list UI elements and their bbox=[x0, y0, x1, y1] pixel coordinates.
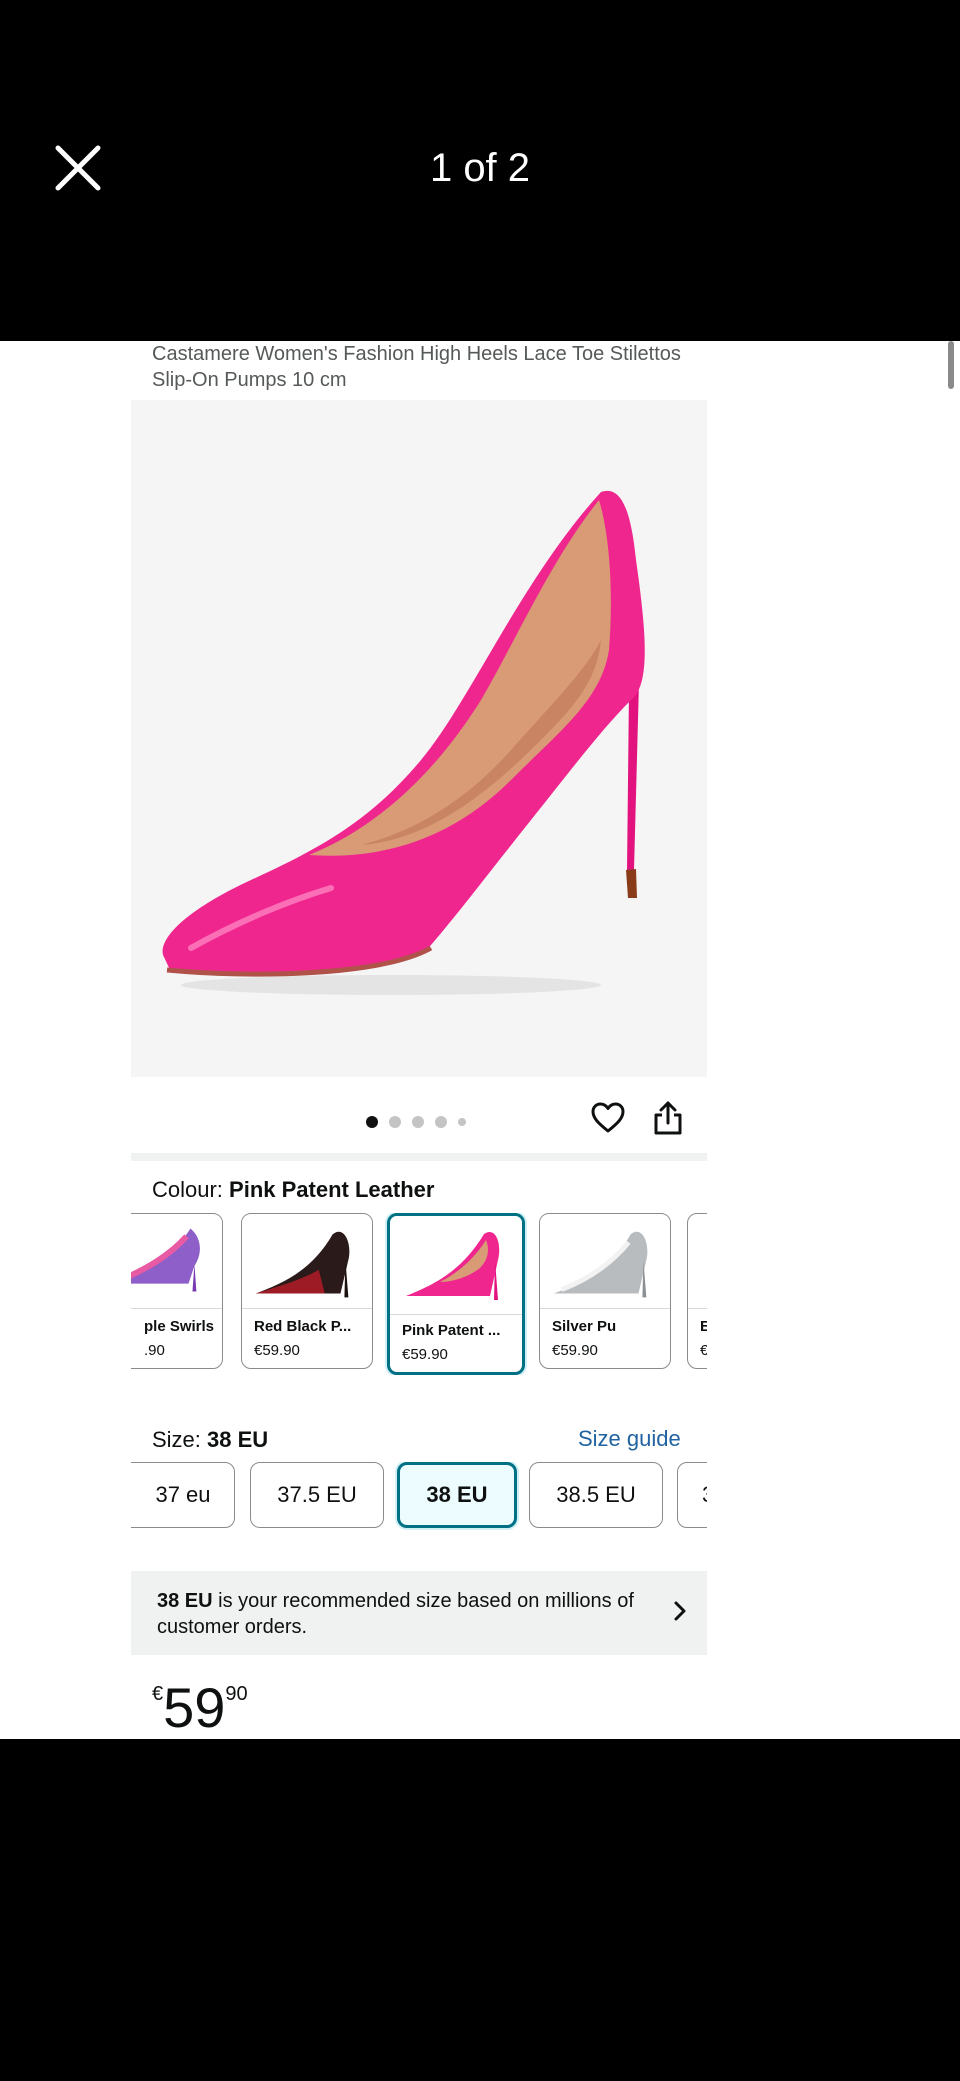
size-button-strip[interactable]: 37 eu 37.5 EU 38 EU 38.5 EU 3 bbox=[131, 1462, 707, 1534]
price: €5990 bbox=[152, 1675, 248, 1739]
size-label: Size: 38 EU bbox=[152, 1427, 268, 1453]
image-pagination-dots bbox=[366, 1115, 466, 1129]
swatch-thumbnail bbox=[540, 1214, 670, 1306]
swatch-thumbnail bbox=[242, 1214, 372, 1306]
colour-label-prefix: Colour: bbox=[152, 1177, 230, 1202]
swatch-divider bbox=[540, 1308, 670, 1309]
swatch-price: €59.90 bbox=[552, 1342, 598, 1359]
scrollbar[interactable] bbox=[948, 341, 954, 389]
pagination-dot[interactable] bbox=[389, 1116, 401, 1128]
size-recommendation[interactable]: 38 EU is your recommended size based on … bbox=[131, 1571, 707, 1655]
swatch-name: E bbox=[700, 1318, 707, 1335]
swatch-price: €59.90 bbox=[402, 1346, 448, 1363]
swatch-divider bbox=[242, 1308, 372, 1309]
swatch-price: € bbox=[700, 1342, 707, 1359]
swatch-name: Red Black P... bbox=[254, 1318, 352, 1335]
colour-swatch[interactable]: Silver Pu €59.90 bbox=[539, 1213, 671, 1369]
swatch-divider bbox=[688, 1308, 707, 1309]
colour-swatch-strip[interactable]: ple Swirls .90 Red Black P... €59.90 Pin bbox=[131, 1213, 707, 1375]
swatch-name: Silver Pu bbox=[552, 1318, 617, 1335]
swatch-price: €59.90 bbox=[254, 1342, 300, 1359]
recommended-size: 38 EU bbox=[157, 1590, 213, 1612]
size-label-prefix: Size: bbox=[152, 1427, 208, 1452]
pagination-dot[interactable] bbox=[366, 1116, 378, 1128]
colour-swatch[interactable]: Red Black P... €59.90 bbox=[241, 1213, 373, 1369]
colour-swatch[interactable]: E € bbox=[687, 1213, 707, 1369]
pagination-dot[interactable] bbox=[435, 1116, 447, 1128]
size-guide-link[interactable]: Size guide bbox=[578, 1426, 681, 1452]
recommendation-message: is your recommended size based on millio… bbox=[157, 1590, 634, 1638]
colour-swatch-selected[interactable]: Pink Patent ... €59.90 bbox=[387, 1213, 525, 1375]
chevron-right-icon bbox=[674, 1601, 686, 1621]
recommendation-text: 38 EU is your recommended size based on … bbox=[157, 1588, 647, 1640]
pink-stiletto-image bbox=[162, 490, 645, 995]
price-whole: 59 bbox=[163, 1676, 226, 1739]
price-currency: € bbox=[152, 1683, 164, 1705]
size-option[interactable]: 38.5 EU bbox=[529, 1462, 663, 1528]
size-option-selected[interactable]: 38 EU bbox=[397, 1462, 517, 1528]
swatch-name: ple Swirls bbox=[144, 1318, 215, 1335]
pagination-dot[interactable] bbox=[458, 1118, 466, 1126]
share-icon bbox=[654, 1101, 682, 1135]
swatch-divider bbox=[131, 1308, 222, 1309]
swatch-name: Pink Patent ... bbox=[402, 1322, 501, 1339]
price-fraction: 90 bbox=[225, 1683, 248, 1705]
pagination-dot[interactable] bbox=[412, 1116, 424, 1128]
product-title: Castamere Women's Fashion High Heels Lac… bbox=[152, 343, 681, 391]
heart-icon bbox=[591, 1102, 625, 1133]
wishlist-button[interactable] bbox=[590, 1100, 626, 1136]
size-option-label: 37 eu bbox=[155, 1482, 211, 1507]
swatch-price: .90 bbox=[144, 1342, 165, 1359]
section-divider bbox=[131, 1153, 707, 1161]
selected-size: 38 EU bbox=[207, 1427, 269, 1452]
size-option[interactable]: 37 eu bbox=[131, 1462, 235, 1528]
colour-swatch[interactable]: ple Swirls .90 bbox=[131, 1213, 223, 1369]
product-image[interactable] bbox=[131, 400, 707, 1077]
share-button[interactable] bbox=[652, 1099, 684, 1137]
size-option[interactable]: 3 bbox=[677, 1462, 707, 1528]
swatch-thumbnail bbox=[131, 1214, 222, 1306]
swatch-thumbnail bbox=[390, 1216, 522, 1308]
size-option[interactable]: 37.5 EU bbox=[250, 1462, 384, 1528]
selected-colour: Pink Patent Leather bbox=[229, 1177, 435, 1202]
page-counter: 1 of 2 bbox=[429, 146, 531, 190]
product-screenshot: Castamere Women's Fashion High Heels Lac… bbox=[0, 341, 960, 1739]
colour-label: Colour: Pink Patent Leather bbox=[152, 1177, 434, 1203]
swatch-divider bbox=[390, 1314, 522, 1315]
